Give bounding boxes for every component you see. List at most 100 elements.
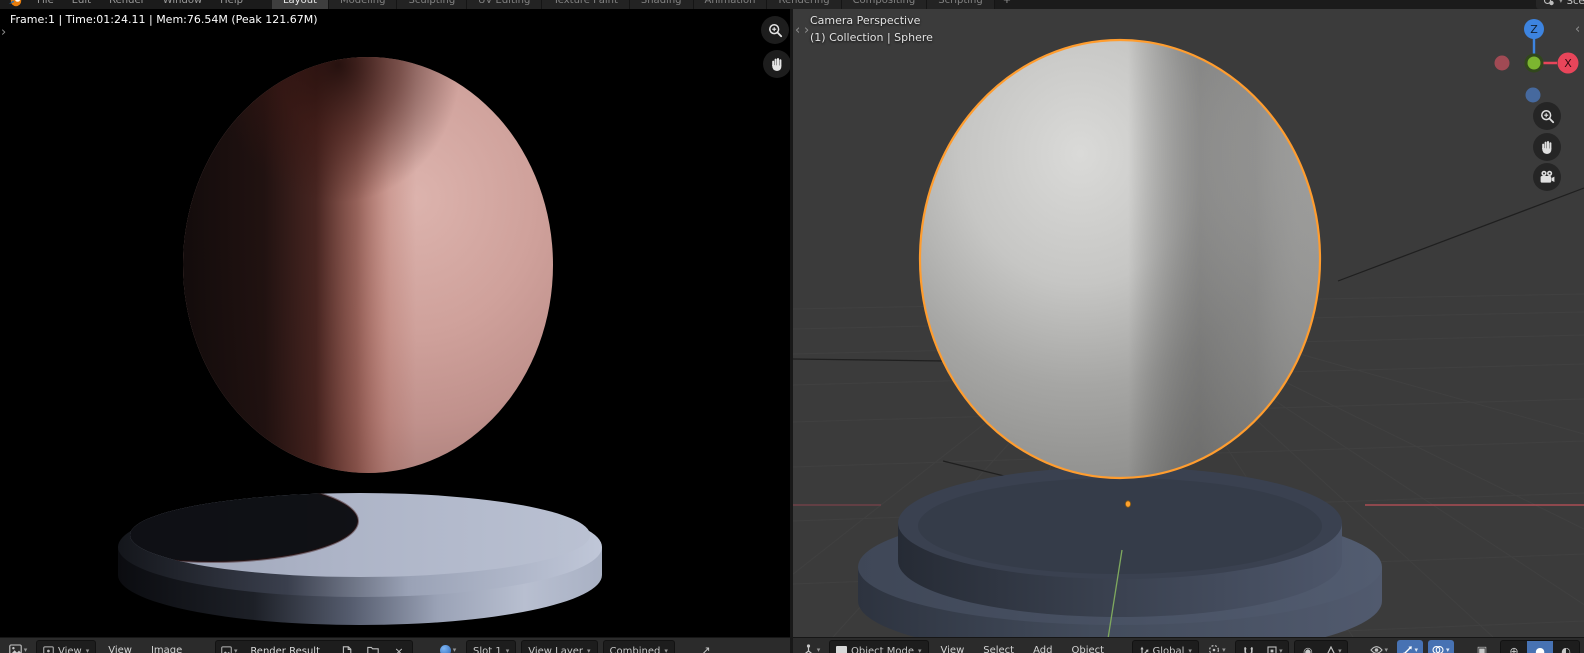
interaction-mode-dropdown[interactable]: Object Mode ▾: [829, 640, 929, 653]
viewport-overlay-text: Camera Perspective (1) Collection | Sphe…: [810, 12, 933, 46]
tab-shading[interactable]: Shading: [630, 0, 694, 9]
blender-logo-icon[interactable]: [8, 0, 23, 7]
new-image-button[interactable]: [334, 641, 360, 653]
image-editor-icon: [9, 644, 22, 653]
chevron-down-icon: ▾: [1338, 648, 1342, 653]
workspace-tabs: Layout Modeling Sculpting UV Editing Tex…: [272, 0, 1019, 9]
editor-type-button[interactable]: ▾: [798, 640, 824, 653]
chevron-down-icon: ▾: [664, 648, 668, 653]
image-preview-icon: [440, 645, 451, 653]
navigation-gizmo[interactable]: Z X: [1484, 9, 1584, 119]
unlink-image-button[interactable]: ×: [386, 641, 412, 653]
chevron-down-icon: ▾: [24, 647, 28, 653]
add-workspace-button[interactable]: +: [995, 0, 1019, 9]
magnifier-plus-icon: [768, 23, 783, 38]
menu-viewport-object[interactable]: Object: [1064, 640, 1111, 653]
menu-render[interactable]: Render: [100, 0, 154, 6]
magnifier-plus-icon: [1540, 109, 1555, 124]
chevron-down-icon: ▾: [1222, 647, 1226, 653]
menu-window[interactable]: Window: [154, 0, 211, 6]
shading-material-button[interactable]: ◐: [1553, 641, 1579, 653]
tab-sculpting[interactable]: Sculpting: [397, 0, 467, 9]
chevron-down-icon: ▾: [1415, 647, 1419, 653]
pivot-point-dropdown[interactable]: ▾: [1204, 640, 1230, 653]
gizmo-y-axis-ball: [1528, 57, 1541, 70]
browse-image-button[interactable]: ▾: [216, 641, 242, 653]
editor-type-button[interactable]: ▾: [5, 640, 31, 653]
transform-orientation-value: Global: [1153, 646, 1185, 653]
render-popout-button[interactable]: ↗: [693, 640, 719, 653]
xray-icon: ▣: [1477, 645, 1487, 653]
menu-image-image[interactable]: Image: [144, 640, 189, 653]
menu-viewport-view[interactable]: View: [934, 640, 972, 653]
orientation-icon: [1139, 646, 1149, 653]
tab-texture-paint[interactable]: Texture Paint: [542, 0, 630, 9]
chevron-down-icon: ▾: [1188, 648, 1192, 653]
view-layer-dropdown[interactable]: View Layer ▾: [521, 640, 597, 653]
image-mode-value: View: [58, 646, 82, 653]
snap-target-icon: [1267, 646, 1277, 653]
tab-uv-editing[interactable]: UV Editing: [467, 0, 542, 9]
gizmo-minus-z-ball: [1526, 88, 1541, 103]
image-datablock-group: ▾ Render Result ×: [215, 640, 413, 653]
snap-settings-dropdown[interactable]: ▾: [1262, 641, 1288, 653]
snap-toggle-button[interactable]: [1236, 641, 1262, 653]
image-pin-button[interactable]: ▾: [435, 640, 461, 653]
tab-layout[interactable]: Layout: [272, 0, 329, 9]
topbar: File Edit Render Window Help Layout Mode…: [0, 0, 1584, 9]
menu-file[interactable]: File: [28, 0, 63, 6]
tab-animation[interactable]: Animation: [694, 0, 768, 9]
overlays-toggle[interactable]: ▾: [1428, 640, 1454, 653]
solid-shading-icon: ●: [1535, 646, 1545, 653]
xray-toggle[interactable]: ▣: [1469, 640, 1495, 653]
image-mode-dropdown[interactable]: View ▾: [36, 640, 96, 653]
viewport-zoom-button[interactable]: [1533, 102, 1561, 130]
gizmo-x-label: X: [1564, 57, 1572, 70]
tab-scripting[interactable]: Scripting: [927, 0, 994, 9]
gizmos-toggle[interactable]: ▾: [1397, 640, 1423, 653]
viewport-sphere[interactable]: [920, 40, 1320, 478]
shading-solid-button[interactable]: ●: [1527, 641, 1553, 653]
proportional-editing-toggle[interactable]: ◉: [1295, 641, 1321, 653]
viewport-camera-button[interactable]: [1533, 163, 1561, 191]
tab-modeling[interactable]: Modeling: [329, 0, 398, 9]
tab-rendering[interactable]: Rendering: [767, 0, 841, 9]
image-icon: [221, 646, 232, 653]
chevron-down-icon: ▾: [453, 647, 457, 653]
chevron-down-icon: ▾: [587, 648, 591, 653]
magnet-icon: [1243, 646, 1254, 653]
viewport-pan-button[interactable]: [1533, 133, 1561, 161]
panel-collapse-arrow[interactable]: ‹: [795, 25, 800, 37]
object-visibility-dropdown[interactable]: ▾: [1366, 640, 1392, 653]
menu-viewport-select[interactable]: Select: [976, 640, 1021, 653]
transform-orientation-dropdown[interactable]: Global ▾: [1132, 640, 1199, 653]
material-preview-icon: ◐: [1561, 646, 1571, 653]
open-image-button[interactable]: [360, 641, 386, 653]
render-pass-dropdown[interactable]: Combined ▾: [603, 640, 675, 653]
menu-help[interactable]: Help: [211, 0, 252, 6]
viewport-header: ▾ Object Mode ▾ View Select Add Object G…: [793, 637, 1584, 653]
image-datablock-name[interactable]: Render Result: [242, 641, 334, 653]
pan-button[interactable]: [763, 50, 790, 78]
image-editor-header: ▾ View ▾ View Image ▾ Render Result: [0, 637, 790, 653]
render-slot-dropdown[interactable]: Slot 1 ▾: [466, 640, 516, 653]
panel-expand-arrow[interactable]: ›: [804, 25, 809, 37]
chevron-down-icon: ▾: [1559, 0, 1563, 5]
close-icon: ×: [394, 646, 403, 653]
sidebar-expand-arrow-left[interactable]: ›: [1, 27, 6, 39]
proportional-falloff-dropdown[interactable]: ▾: [1321, 641, 1347, 653]
viewport-pedestal[interactable]: [858, 467, 1382, 637]
menu-viewport-add[interactable]: Add: [1026, 640, 1059, 653]
overlays-icon: [1432, 645, 1444, 653]
chevron-down-icon: ▾: [506, 648, 510, 653]
shading-wireframe-button[interactable]: ⊕: [1501, 641, 1527, 653]
zoom-button[interactable]: [761, 16, 789, 44]
scene-selector[interactable]: ▾ Scen: [1536, 0, 1584, 9]
menu-edit[interactable]: Edit: [63, 0, 100, 6]
menu-image-view[interactable]: View: [101, 640, 139, 653]
chevron-down-icon: ▾: [918, 648, 922, 653]
chevron-down-icon: ▾: [817, 647, 821, 653]
new-file-icon: [342, 646, 352, 653]
tab-compositing[interactable]: Compositing: [842, 0, 928, 9]
chevron-down-icon: ▾: [234, 648, 238, 653]
